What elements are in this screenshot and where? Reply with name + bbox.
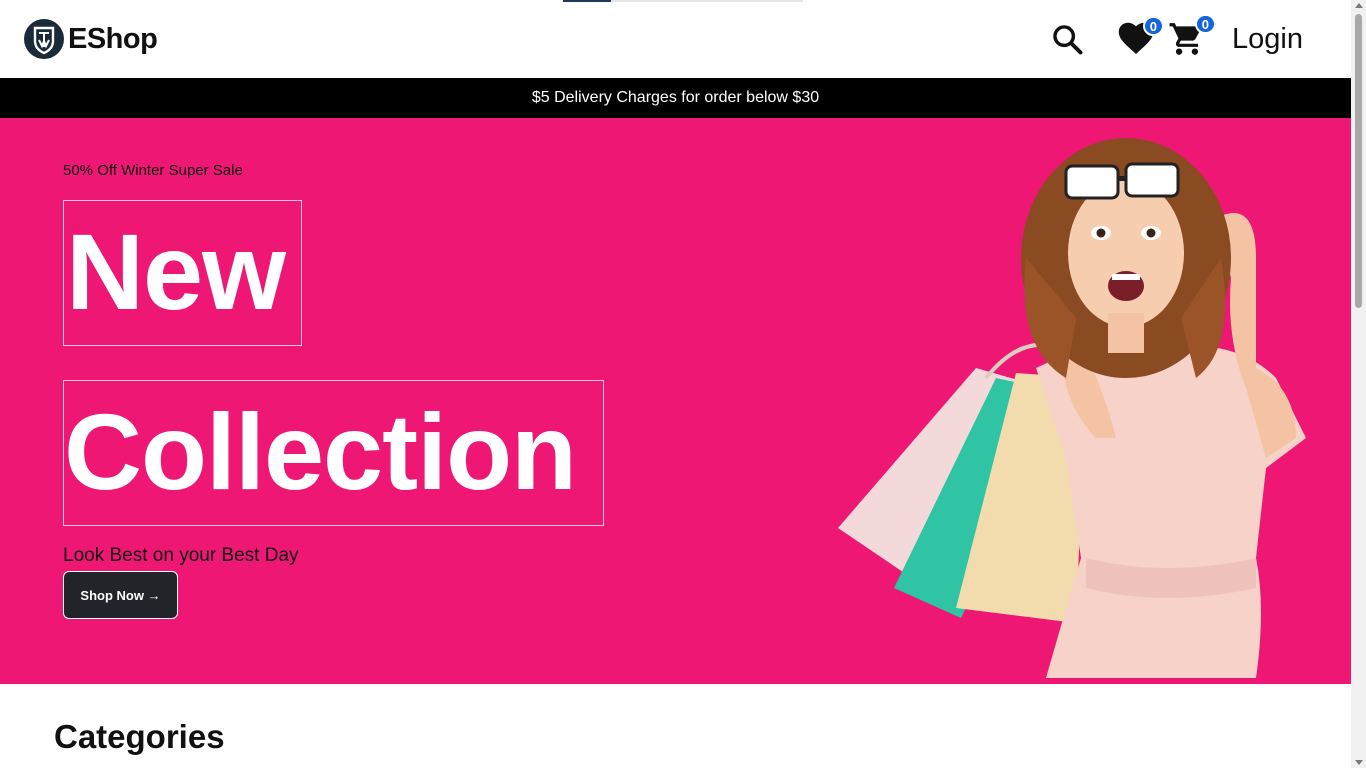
announcement-bar: $5 Delivery Charges for order below $30	[0, 78, 1351, 118]
brand[interactable]: EShop	[24, 19, 158, 59]
scroll-down-arrow[interactable]	[1355, 760, 1363, 765]
categories-heading: Categories	[54, 718, 225, 755]
hero-kicker: 50% Off Winter Super Sale	[63, 162, 243, 179]
cart-count-badge: 0	[1194, 14, 1217, 34]
wishlist-button[interactable]: 0	[1118, 16, 1165, 56]
hero-banner: 50% Off Winter Super Sale New Collection…	[0, 118, 1351, 684]
search-icon[interactable]	[1050, 22, 1084, 56]
cart-button[interactable]: 0	[1168, 14, 1217, 58]
wishlist-count-badge: 0	[1142, 16, 1165, 36]
shield-logo-icon	[24, 19, 64, 59]
hero-headline-line1: New	[66, 211, 286, 332]
announcement-text: $5 Delivery Charges for order below $30	[531, 89, 820, 106]
brand-name: EShop	[68, 22, 158, 55]
hero-model-image	[838, 138, 1306, 678]
hero-tagline: Look Best on your Best Day	[63, 545, 299, 566]
hero-headline-line2: Collection	[64, 391, 577, 512]
page-scrollbar[interactable]	[1351, 0, 1366, 768]
nav-actions: 0 0 Login	[1050, 0, 1303, 78]
login-link[interactable]: Login	[1232, 23, 1303, 56]
scrollbar-thumb[interactable]	[1355, 14, 1362, 308]
scroll-up-arrow[interactable]	[1355, 3, 1363, 8]
shop-now-button[interactable]: Shop Now →	[63, 571, 178, 619]
navbar: EShop 0 0 Login	[0, 0, 1351, 78]
